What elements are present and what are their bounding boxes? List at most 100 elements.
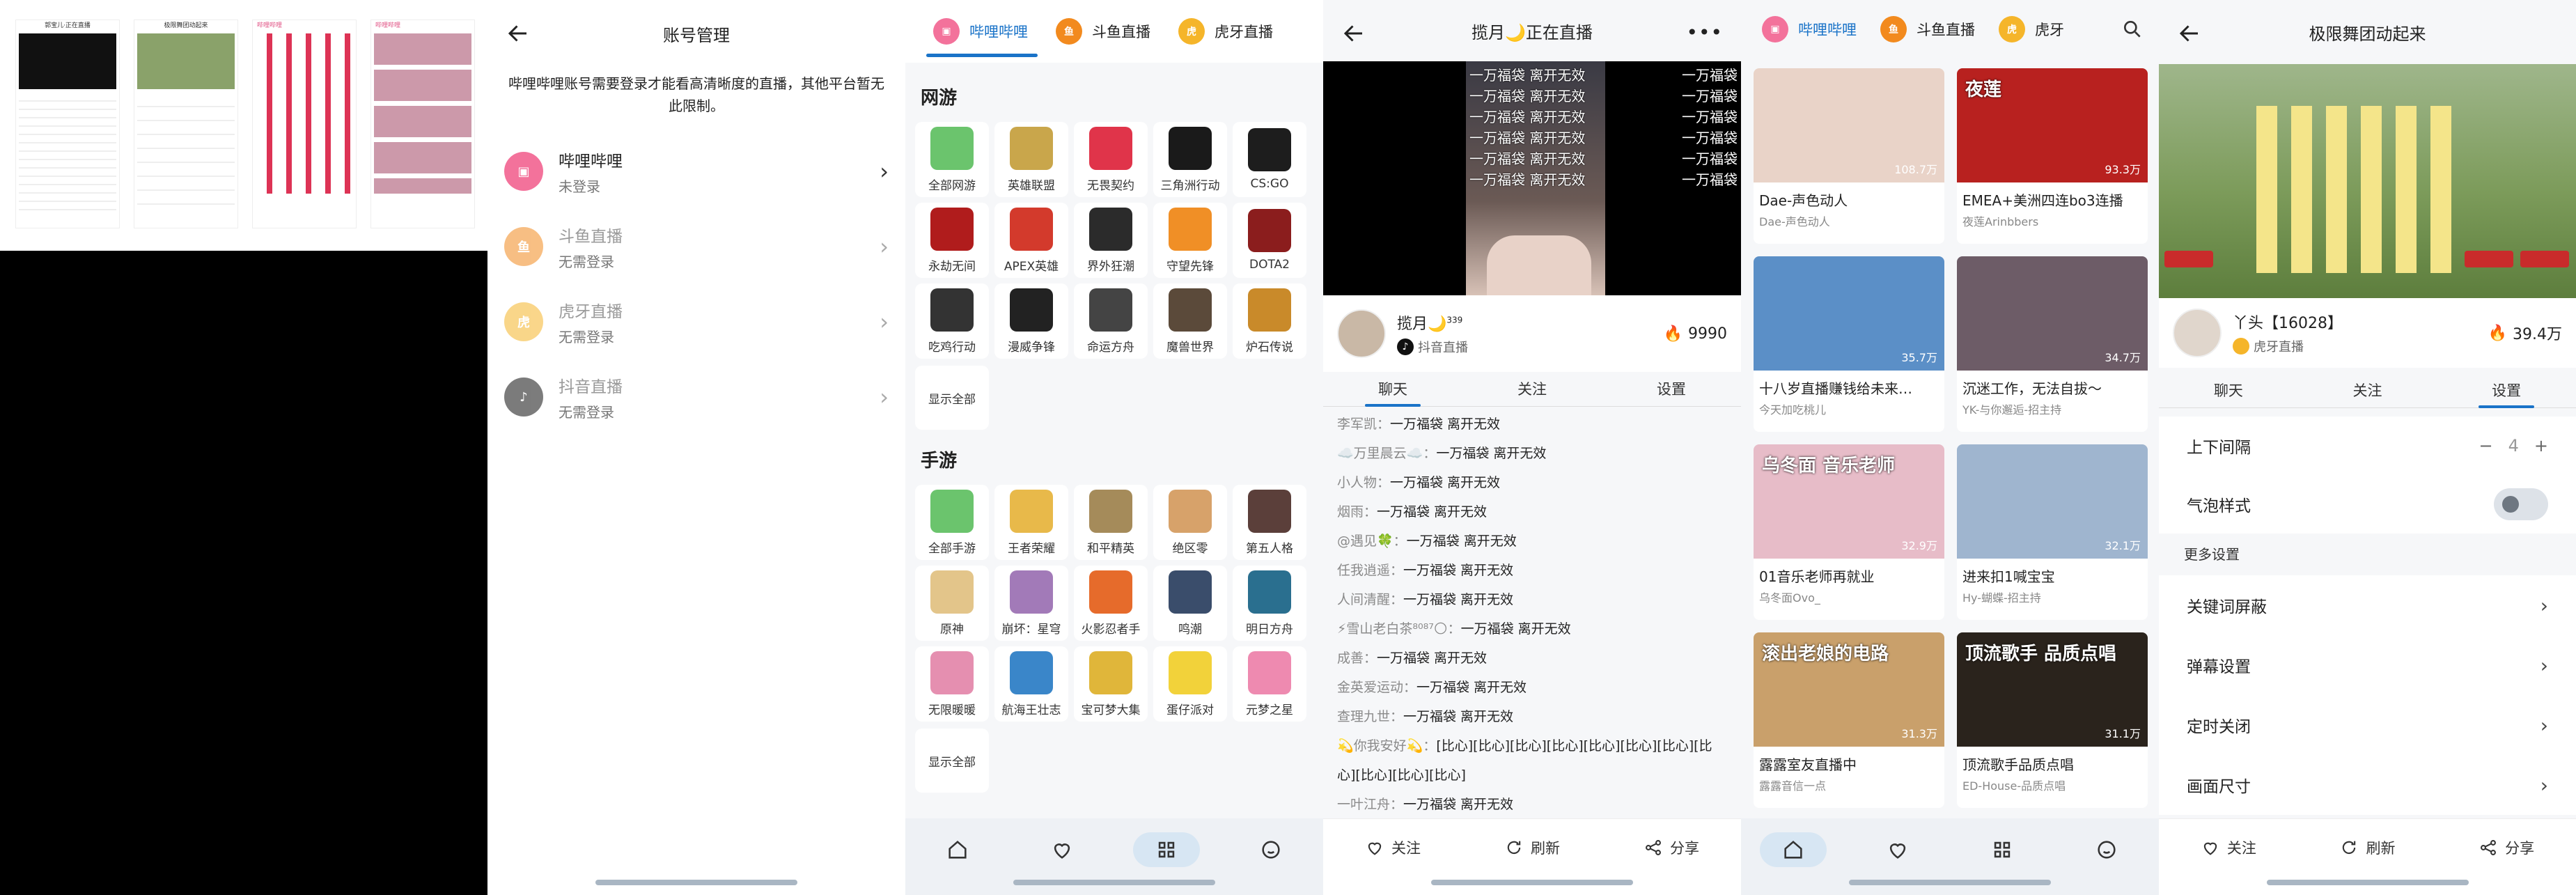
mobile-category-item[interactable]: 第五人格 [1233, 485, 1306, 560]
mobile-category-item[interactable]: 火影忍者手 [1074, 566, 1148, 641]
net-category-item[interactable]: 界外狂潮 [1074, 203, 1148, 278]
mobile-category-item[interactable]: 蛋仔派对 [1153, 646, 1227, 722]
fire-icon: 🔥 [1663, 325, 1683, 343]
net-category-item[interactable]: CS:GO [1233, 122, 1306, 197]
net-category-item[interactable]: 三角洲行动 [1153, 122, 1227, 197]
nav-profile[interactable] [1238, 832, 1304, 867]
tab-douyu[interactable]: 鱼斗鱼直播 [1880, 16, 1975, 42]
net-category-item[interactable]: 吃鸡行动 [915, 283, 989, 359]
room-card[interactable]: 夜莲 93.3万 EMEA+美洲四连bo3连播 夜莲Arinbbers [1957, 68, 2148, 244]
back-arrow-icon[interactable] [1341, 21, 1366, 46]
mobile-category-item[interactable]: 和平精英 [1074, 485, 1148, 560]
video-player[interactable]: 一万福袋 离开无效一万福袋 离开无效一万福袋 离开无效一万福袋 离开无效一万福袋… [1323, 61, 1741, 295]
room-card[interactable]: 34.7万 沉迷工作，无法自拔～ YK-与你邂逅-招主持 [1957, 256, 2148, 432]
back-arrow-icon[interactable] [2177, 21, 2202, 46]
nav-profile[interactable] [2073, 832, 2140, 867]
bubble-toggle[interactable] [2494, 488, 2548, 520]
tab-chat[interactable]: 聊天 [1323, 372, 1462, 407]
avatar[interactable] [1337, 309, 1386, 358]
account-item-douyin[interactable]: ♪ 抖音直播 无需登录 › [487, 359, 905, 435]
mobile-category-item[interactable]: 崩坏：星穹 [994, 566, 1068, 641]
room-card[interactable]: 滚出老娘的电路 31.3万 露露室友直播中 露露音信一点 [1754, 632, 1944, 808]
keyword-block-row[interactable]: 关键词屏蔽 › [2159, 575, 2576, 635]
refresh-button[interactable]: 刷新 [2339, 837, 2395, 858]
follow-button[interactable]: 关注 [1365, 837, 1421, 858]
mobile-category-item[interactable]: 原神 [915, 566, 989, 641]
show-all-net-button[interactable]: 显示全部 [915, 366, 989, 430]
share-button[interactable]: 分享 [1644, 837, 1699, 858]
search-icon[interactable] [2121, 18, 2144, 40]
mobile-category-item[interactable]: 宝可梦大集 [1074, 646, 1148, 722]
tab-settings[interactable]: 设置 [1602, 372, 1741, 406]
net-category-item[interactable]: 守望先锋 [1153, 203, 1227, 278]
mobile-category-item[interactable]: 全部手游 [915, 485, 989, 560]
chat-list[interactable]: 李军凯：一万福袋 离开无效 ☁️万里晨云☁️：一万福袋 离开无效 小人物：一万福袋 … [1323, 410, 1741, 818]
mobile-category-item[interactable]: 鸣潮 [1153, 566, 1227, 641]
account-item-bilibili[interactable]: ▣ 哔哩哔哩 未登录 › [487, 134, 905, 209]
danmaku-settings-row[interactable]: 弹幕设置 › [2159, 635, 2576, 695]
thumb-categories[interactable]: 哔哩哔哩 [252, 20, 357, 228]
mobile-category-item[interactable]: 王者荣耀 [994, 485, 1068, 560]
tab-follow[interactable]: 关注 [2298, 373, 2437, 407]
mobile-category-item[interactable]: 明日方舟 [1233, 566, 1306, 641]
tab-chat[interactable]: 聊天 [2159, 373, 2298, 407]
nav-categories[interactable] [1133, 832, 1200, 867]
nav-follow[interactable] [1029, 832, 1095, 867]
thumb-home[interactable]: 哔哩哔哩 [370, 20, 475, 228]
nav-follow[interactable] [1864, 832, 1931, 867]
refresh-button[interactable]: 刷新 [1504, 837, 1560, 858]
account-item-huya[interactable]: 虎 虎牙直播 无需登录 › [487, 284, 905, 359]
setting-label: 定时关闭 [2187, 718, 2251, 736]
room-card[interactable]: 顶流歌手 品质点唱 31.1万 顶流歌手品质点唱 ED-House-品质点唱 [1957, 632, 2148, 808]
room-card[interactable]: 35.7万 十八岁直播赚钱给未来… 今天加吃桃儿 [1754, 256, 1944, 432]
plus-icon[interactable]: + [2534, 436, 2548, 456]
net-category-item[interactable]: 无畏契约 [1074, 122, 1148, 197]
net-category-item[interactable]: 漫威争锋 [994, 283, 1068, 359]
net-category-item[interactable]: DOTA2 [1233, 203, 1306, 278]
video-size-row[interactable]: 画面尺寸 › [2159, 755, 2576, 815]
nav-home[interactable] [924, 832, 991, 867]
tab-huya[interactable]: 虎虎牙 [1999, 16, 2064, 42]
nav-home[interactable] [1760, 832, 1827, 867]
net-category-item[interactable]: 永劫无间 [915, 203, 989, 278]
tab-huya[interactable]: 虎虎牙直播 [1178, 18, 1273, 45]
net-category-item[interactable]: 命运方舟 [1074, 283, 1148, 359]
account-item-douyu[interactable]: 鱼 斗鱼直播 无需登录 › [487, 209, 905, 284]
net-category-item[interactable]: 全部网游 [915, 122, 989, 197]
tab-settings[interactable]: 设置 [2437, 373, 2576, 408]
minus-icon[interactable]: − [2479, 436, 2493, 456]
net-category-item[interactable]: 英雄联盟 [994, 122, 1068, 197]
room-card[interactable]: 乌冬面 音乐老师 32.9万 01音乐老师再就业 乌冬面Ovo_ [1754, 444, 1944, 620]
timer-close-row[interactable]: 定时关闭 › [2159, 695, 2576, 755]
follow-button[interactable]: 关注 [2201, 837, 2256, 858]
heart-icon [1054, 843, 1070, 859]
net-category-item[interactable]: 炉石传说 [1233, 283, 1306, 359]
net-category-item[interactable]: 魔兽世界 [1153, 283, 1227, 359]
nav-categories[interactable] [1969, 832, 2036, 867]
spacing-stepper[interactable]: −4 + [2479, 436, 2549, 456]
mobile-category-item[interactable]: 元梦之星 [1233, 646, 1306, 722]
video-player[interactable] [2159, 64, 2576, 298]
show-all-mobile-button[interactable]: 显示全部 [915, 729, 989, 793]
thumb-dance[interactable]: 极限舞团动起来 [134, 20, 238, 228]
room-card[interactable]: 108.7万 Dae-声色动人 Dae-声色动人 [1754, 68, 1944, 244]
category-label: 和平精英 [1087, 541, 1134, 556]
room-tabs: 聊天 关注 设置 [2159, 373, 2576, 408]
chevron-right-icon: › [880, 233, 889, 260]
avatar[interactable] [2173, 309, 2222, 357]
share-button[interactable]: 分享 [2479, 837, 2534, 858]
net-category-item[interactable]: APEX英雄 [994, 203, 1068, 278]
tab-douyu[interactable]: 鱼斗鱼直播 [1056, 18, 1150, 45]
room-card[interactable]: 32.1万 进来扣1喊宝宝 Hy-蝴蝶-招主持 [1957, 444, 2148, 620]
tab-bilibili[interactable]: ▣ 哔哩哔哩 [1762, 16, 1857, 42]
back-arrow-icon[interactable] [506, 21, 531, 46]
section-title-mobile: 手游 [921, 451, 958, 472]
mobile-category-item[interactable]: 无限暖暖 [915, 646, 989, 722]
more-menu-icon[interactable]: ••• [1686, 21, 1723, 44]
mobile-category-item[interactable]: 绝区零 [1153, 485, 1227, 560]
mobile-category-item[interactable]: 航海王壮志 [994, 646, 1068, 722]
tab-bilibili[interactable]: ▣ 哔哩哔哩 [933, 18, 1028, 45]
tab-follow[interactable]: 关注 [1462, 372, 1602, 406]
thumb-live[interactable]: 郭宝儿·正在直播 [15, 20, 120, 228]
game-cover-icon [1089, 288, 1132, 332]
